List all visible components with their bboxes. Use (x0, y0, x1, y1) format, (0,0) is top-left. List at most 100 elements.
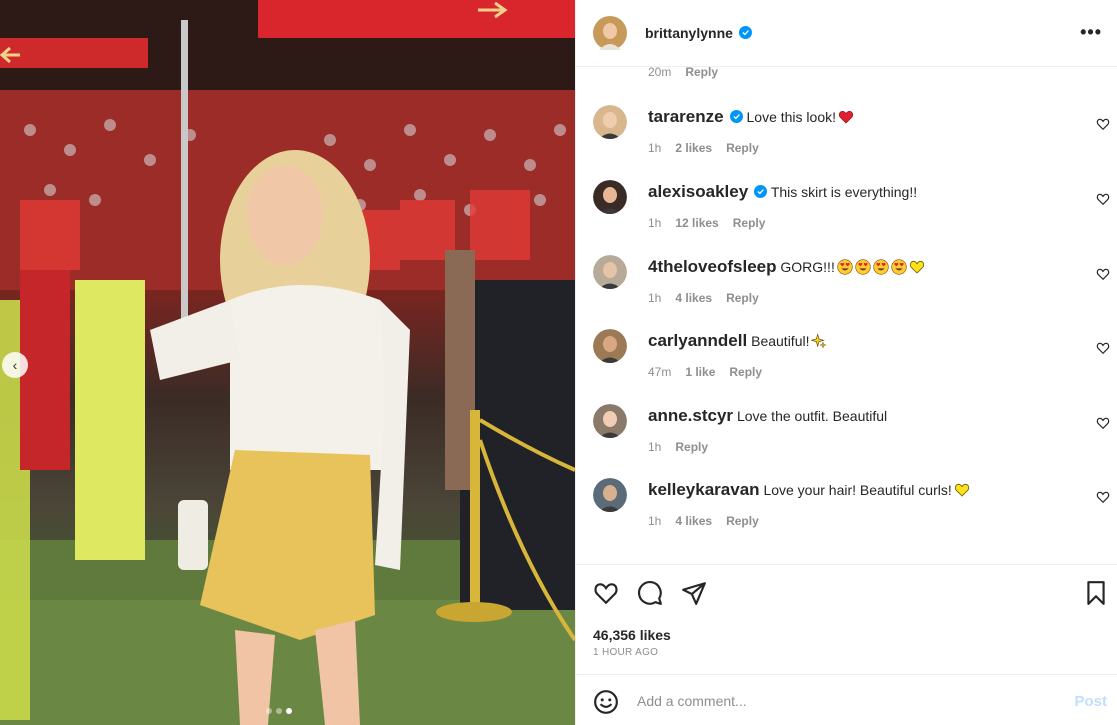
commenter-avatar[interactable] (593, 105, 627, 139)
comment-body: 4theloveofsleep GORG!!! (648, 258, 1088, 276)
post-side-panel: brittanylynne ••• 20m Reply tararenze Lo… (575, 0, 1117, 725)
slide-dot-active (286, 708, 292, 714)
comment-meta: 1h 2 likes Reply (648, 141, 759, 155)
slide-dot (276, 708, 282, 714)
photo-scene (0, 0, 575, 725)
comment-item: carlyanndell Beautiful! 47m 1 like Reply (576, 329, 1117, 399)
comment-heart-icon[interactable] (1096, 267, 1110, 281)
commenter-avatar[interactable] (593, 478, 627, 512)
comment-body: anne.stcyr Love the outfit. Beautiful (648, 407, 1088, 425)
verified-badge-icon (738, 26, 752, 39)
post-actions: 46,356 likes 1 HOUR AGO (576, 564, 1117, 674)
post-photo[interactable]: ‹ (0, 0, 575, 725)
comment-input[interactable] (637, 689, 1057, 713)
commenter-username[interactable]: 4theloveofsleep (648, 257, 777, 276)
comment-time: 47m (648, 365, 672, 379)
comment-likes[interactable]: 4 likes (675, 291, 712, 305)
heart-eyes-emoji-icon (837, 259, 853, 275)
comment-time: 1h (648, 440, 662, 454)
commenter-username[interactable]: tararenze (648, 107, 724, 126)
comment-time: 1h (648, 514, 662, 528)
comment-heart-icon[interactable] (1096, 117, 1110, 131)
heart-outline-icon[interactable] (593, 580, 619, 606)
comment-item: tararenze Love this look! 1h 2 likes Reply (576, 105, 1117, 175)
comment-time: 1h (648, 141, 662, 155)
commenter-username[interactable]: anne.stcyr (648, 406, 733, 425)
heart-eyes-emoji-icon (855, 259, 871, 275)
author-username[interactable]: brittanylynne (645, 25, 733, 41)
comment-heart-icon[interactable] (1096, 416, 1110, 430)
yellow-heart-icon (909, 260, 924, 274)
commenter-avatar[interactable] (593, 329, 627, 363)
reply-button[interactable]: Reply (726, 291, 759, 305)
bookmark-icon[interactable] (1083, 580, 1109, 606)
comment-meta: 1h 4 likes Reply (648, 514, 759, 528)
comment-time: 20m (648, 67, 672, 79)
chevron-left-icon: ‹ (12, 357, 18, 373)
red-heart-icon (838, 110, 854, 124)
reply-button[interactable]: Reply (726, 141, 759, 155)
commenter-avatar[interactable] (593, 180, 627, 214)
post-time: 1 HOUR AGO (593, 647, 659, 658)
comment-likes[interactable]: 2 likes (675, 141, 712, 155)
commenter-username[interactable]: alexisoakley (648, 182, 748, 201)
author-avatar[interactable] (593, 16, 627, 50)
more-options-button[interactable]: ••• (1080, 22, 1102, 43)
commenter-avatar[interactable] (593, 404, 627, 438)
reply-button[interactable]: Reply (733, 216, 766, 230)
like-count[interactable]: 46,356 likes (593, 627, 671, 643)
comment-text: Beautiful! (751, 333, 810, 349)
reply-button[interactable]: Reply (685, 67, 718, 78)
comment-meta: 1h 12 likes Reply (648, 216, 765, 230)
commenter-username[interactable]: carlyanndell (648, 331, 747, 350)
more-horizontal-icon: ••• (1080, 22, 1102, 42)
comment-time: 1h (648, 216, 662, 230)
comments-list[interactable]: 20m Reply tararenze Love this look! 1h 2 l… (576, 67, 1117, 564)
comment-text: Love this look! (746, 109, 837, 125)
comment-likes[interactable]: 4 likes (675, 514, 712, 528)
comment-likes[interactable]: 12 likes (675, 216, 718, 230)
comment-body: tararenze Love this look! (648, 108, 1088, 126)
reply-button[interactable]: Reply (675, 440, 708, 454)
heart-eyes-emoji-icon (891, 259, 907, 275)
stadium-banner (258, 0, 575, 38)
comment-item: kelleykaravan Love your hair! Beautiful … (576, 478, 1117, 548)
comment-time: 1h (648, 291, 662, 305)
sparkles-emoji-icon (811, 333, 827, 349)
comment-text: GORG!!! (780, 259, 835, 275)
comment-heart-icon[interactable] (1096, 192, 1110, 206)
comment-text: Love the outfit. Beautiful (736, 408, 888, 424)
slide-indicator (266, 708, 292, 714)
comment-meta: 1h Reply (648, 440, 708, 454)
post-comment-button[interactable]: Post (1074, 693, 1107, 710)
reply-button[interactable]: Reply (726, 514, 759, 528)
comment-text: This skirt is everything!! (770, 184, 918, 200)
post-header: brittanylynne ••• (576, 0, 1117, 67)
comment-item: alexisoakley This skirt is everything!! 1… (576, 180, 1117, 250)
comment-bubble-icon[interactable] (637, 580, 663, 606)
reply-button[interactable]: Reply (729, 365, 762, 379)
verified-badge-icon (754, 185, 768, 198)
add-comment-bar: Post (576, 674, 1117, 725)
comment-body: alexisoakley This skirt is everything!! (648, 183, 1088, 201)
commenter-username[interactable]: kelleykaravan (648, 480, 760, 499)
comment-heart-icon[interactable] (1096, 490, 1110, 504)
verified-badge-icon (729, 110, 743, 123)
comment-meta: 47m 1 like Reply (648, 365, 762, 379)
paper-plane-icon[interactable] (681, 580, 707, 606)
yellow-heart-icon (954, 483, 969, 497)
previous-slide-button[interactable]: ‹ (2, 352, 28, 378)
comment-body: carlyanndell Beautiful! (648, 332, 1088, 350)
comment-item: 4theloveofsleep GORG!!! 1h 4 likes Reply (576, 255, 1117, 325)
commenter-avatar[interactable] (593, 255, 627, 289)
slide-dot (266, 708, 272, 714)
comment-heart-icon[interactable] (1096, 341, 1110, 355)
comment-item: anne.stcyr Love the outfit. Beautiful 1h R… (576, 404, 1117, 474)
heart-eyes-emoji-icon (873, 259, 889, 275)
comment-body: kelleykaravan Love your hair! Beautiful … (648, 481, 1088, 499)
comment-meta: 1h 4 likes Reply (648, 291, 759, 305)
previous-comment-meta: 20m Reply (648, 67, 718, 79)
comment-text: Love your hair! Beautiful curls! (763, 482, 952, 498)
comment-likes[interactable]: 1 like (685, 365, 715, 379)
smiley-icon[interactable] (593, 689, 619, 715)
